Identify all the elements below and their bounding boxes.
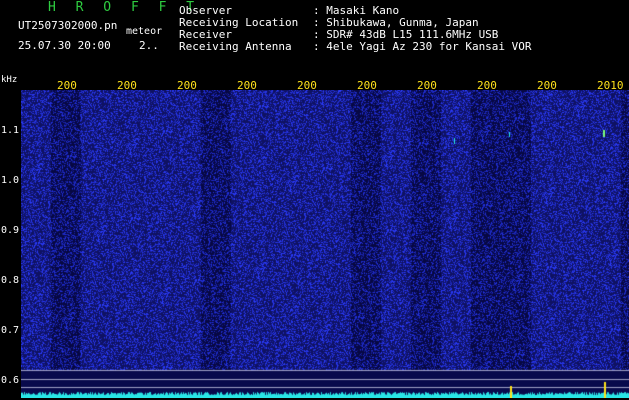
time-tick-label: 200 [357,79,377,92]
frequency-tick-label: 0.8 [1,275,20,286]
time-tick-label: 200 [117,79,137,92]
hrofft-window: H R O F F T UT2507302000.pn meteor 25.07… [0,0,629,400]
frequency-tick-label: 0.9 [1,225,20,236]
capture-date-time: 25.07.30 20:00 [18,39,111,52]
frequency-tick-label: 0.6 [1,375,20,386]
time-tick-label: 200 [57,79,77,92]
time-tick-label: 200 [417,79,437,92]
spectrogram-waterfall [21,90,629,398]
time-tick-label: 200 [477,79,497,92]
page-indicator: 2.. [139,39,159,52]
file-type: meteor [126,26,163,37]
frequency-tick-label: 0.7 [1,325,20,336]
time-tick-label: 200 [177,79,197,92]
app-brand: H R O F F T [48,0,201,15]
file-name: UT2507302000.pn [18,19,118,32]
time-tick-label: 200 [537,79,557,92]
frequency-tick-label: 1.1 [1,125,20,136]
frequency-tick-label: 1.0 [1,175,20,186]
frequency-unit-label: kHz [1,75,18,85]
time-tick-label: 200 [237,79,257,92]
time-tick-label: 200 [297,79,317,92]
spectrogram-canvas [21,90,629,398]
antenna-label: Receiving Antenna [179,40,292,53]
time-tick-label: 2010 [597,79,624,92]
antenna-value: : 4ele Yagi Az 230 for Kansai VOR [313,40,532,53]
